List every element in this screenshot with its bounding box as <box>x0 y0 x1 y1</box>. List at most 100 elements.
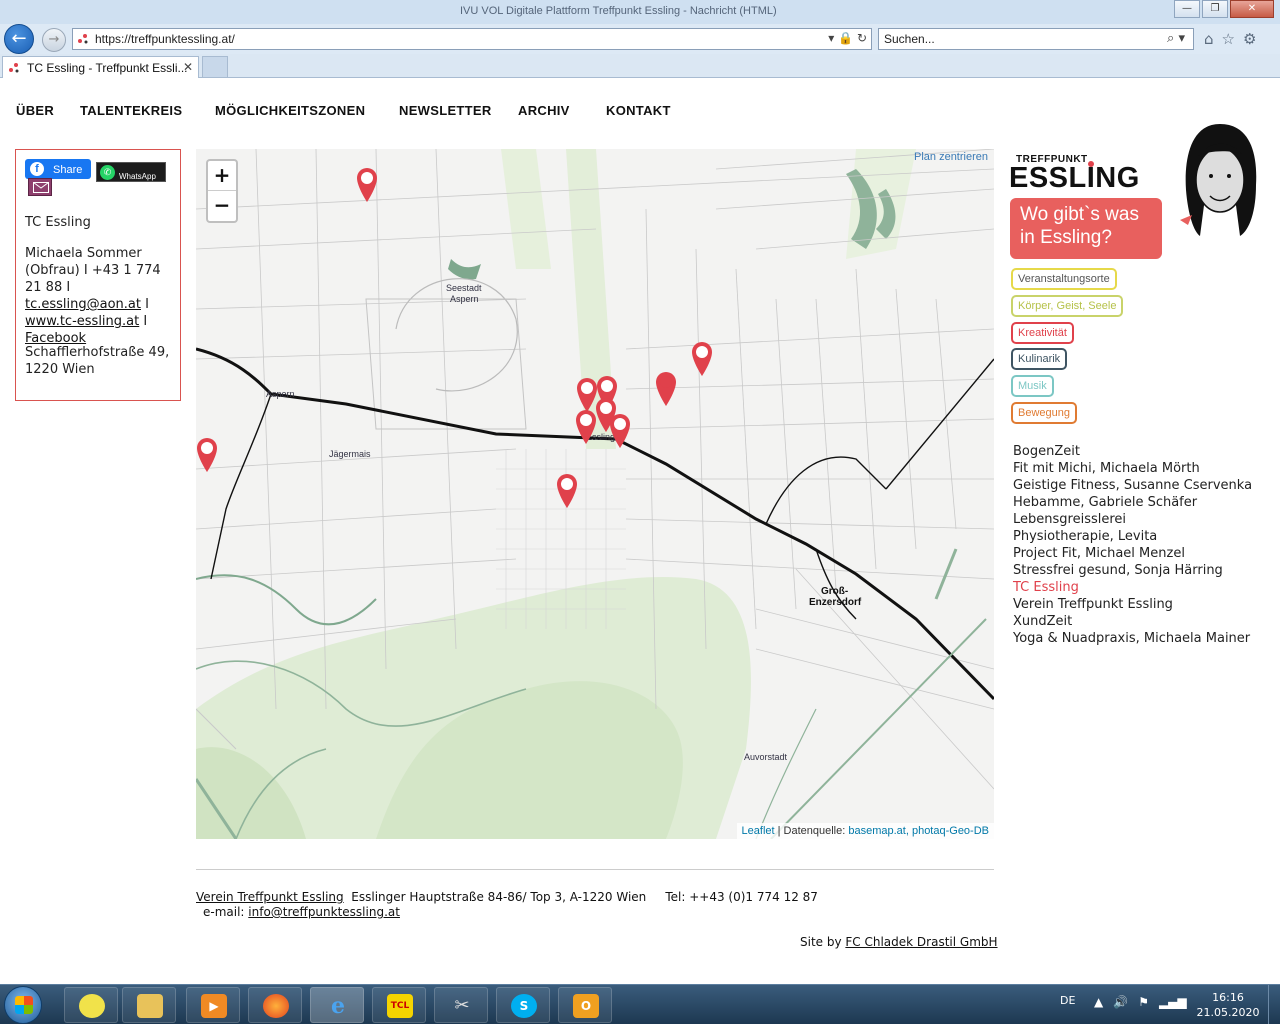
gear-icon[interactable]: ⚙ <box>1243 30 1256 48</box>
list-item[interactable]: Fit mit Michi, Michaela Mörth <box>1013 460 1273 477</box>
list-item[interactable]: Yoga & Nuadpraxis, Michaela Mainer <box>1013 630 1273 647</box>
category-kreativitaet[interactable]: Kreativität <box>1011 322 1074 344</box>
whatsapp-share-button[interactable]: ✆ WhatsApp <box>96 162 166 182</box>
nav-item-kontakt[interactable]: KONTAKT <box>606 103 671 118</box>
center-map-link[interactable]: Plan zentrieren <box>914 151 988 163</box>
nav-item-talentekreis[interactable]: TALENTEKREIS <box>80 103 182 118</box>
volume-icon[interactable]: 🔊 <box>1113 995 1128 1009</box>
taskbar-firefox[interactable] <box>248 987 302 1023</box>
taskbar-tcl-app[interactable]: TCL <box>372 987 426 1023</box>
show-desktop-button[interactable] <box>1268 985 1280 1024</box>
tab-favicon-icon <box>9 63 19 73</box>
search-box[interactable]: Suchen... ⌕ ▾ <box>878 28 1194 50</box>
list-item[interactable]: Geistige Fitness, Susanne Cservenka <box>1013 477 1273 494</box>
leaflet-link[interactable]: Leaflet <box>742 825 775 837</box>
taskbar-file-explorer[interactable] <box>122 987 176 1023</box>
face-illustration-icon <box>1180 124 1257 236</box>
website-link[interactable]: www.tc-essling.at <box>25 314 139 329</box>
taskbar-media-player[interactable]: ▶ <box>186 987 240 1023</box>
map-marker[interactable] <box>690 339 714 377</box>
org-link[interactable]: Verein Treffpunkt Essling <box>196 890 344 904</box>
taskbar-snipping-tool[interactable]: ✂ <box>434 987 488 1023</box>
language-indicator[interactable]: DE <box>1060 994 1075 1007</box>
category-kulinarik[interactable]: Kulinarik <box>1011 348 1068 370</box>
network-icon[interactable]: ▂▄▆ <box>1159 995 1187 1009</box>
nav-item-moeglichkeitszonen[interactable]: MÖGLICHKEITSZONEN <box>215 103 365 118</box>
forward-button[interactable]: → <box>42 28 66 52</box>
back-button[interactable]: ← <box>4 24 34 54</box>
agency-link[interactable]: FC Chladek Drastil GmbH <box>845 935 997 949</box>
nav-item-ueber[interactable]: ÜBER <box>16 103 54 118</box>
refresh-icon[interactable]: ↻ <box>857 31 867 45</box>
tab-close-icon[interactable]: ✕ <box>183 60 193 74</box>
clock-time: 16:16 <box>1212 991 1244 1004</box>
list-item[interactable]: XundZeit <box>1013 613 1273 630</box>
list-item-active[interactable]: TC Essling <box>1013 579 1273 596</box>
category-veranstaltungsorte[interactable]: Veranstaltungsorte <box>1011 268 1117 290</box>
facebook-share-label: Share <box>53 164 83 176</box>
taskbar-sticky-notes[interactable] <box>64 987 118 1023</box>
start-button[interactable] <box>4 986 42 1024</box>
search-icon[interactable]: ⌕ ▾ <box>1167 31 1185 46</box>
flag-icon[interactable]: ⚑ <box>1138 995 1149 1009</box>
tab-active[interactable]: TC Essling - Treffpunkt Essli... ✕ <box>2 56 199 78</box>
map-marker[interactable] <box>555 471 579 509</box>
list-item[interactable]: BogenZeit <box>1013 443 1273 460</box>
tab-title: TC Essling - Treffpunkt Essli... <box>27 61 188 75</box>
whatsapp-icon: ✆ <box>100 165 115 180</box>
map-marker[interactable] <box>608 411 632 449</box>
brand-dot <box>1088 161 1094 167</box>
internet-explorer-icon: e <box>331 993 345 1019</box>
map-marker[interactable] <box>196 435 219 473</box>
star-icon[interactable]: ☆ <box>1222 30 1235 48</box>
close-button[interactable]: ✕ <box>1230 0 1274 18</box>
map[interactable]: Seestadt Aspern Aspern Jägermais Essling… <box>196 149 994 839</box>
separator: I <box>141 297 149 312</box>
tcl-icon: TCL <box>387 994 413 1018</box>
footer-email-label: e-mail: <box>203 905 249 919</box>
category-bewegung[interactable]: Bewegung <box>1011 402 1077 424</box>
label-enzersdorf: Enzersdorf <box>809 597 862 608</box>
category-musik[interactable]: Musik <box>1011 375 1054 397</box>
entry-list: BogenZeit Fit mit Michi, Michaela Mörth … <box>1013 443 1273 647</box>
nav-item-newsletter[interactable]: NEWSLETTER <box>399 103 492 118</box>
address-bar[interactable]: https://treffpunktessling.at/ ▾ 🔒 ↻ <box>72 28 872 50</box>
lock-icon[interactable]: 🔒 <box>838 31 853 45</box>
separator: I <box>139 314 148 329</box>
map-marker[interactable] <box>574 407 598 445</box>
list-item[interactable]: Stressfrei gesund, Sonja Härring <box>1013 562 1273 579</box>
home-icon[interactable]: ⌂ <box>1204 30 1214 48</box>
window-title: IVU VOL Digitale Plattform Treffpunkt Es… <box>460 5 777 17</box>
search-input[interactable]: Suchen... <box>884 32 935 46</box>
email-link[interactable]: tc.essling@aon.at <box>25 297 141 312</box>
taskbar-internet-explorer[interactable]: e <box>310 987 364 1023</box>
taskbar-outlook[interactable]: O <box>558 987 612 1023</box>
dropdown-icon[interactable]: ▾ <box>828 31 834 45</box>
bubble-line-2: in Essling? <box>1020 227 1112 248</box>
taskbar-skype[interactable]: S <box>496 987 550 1023</box>
category-koerper-geist-seele[interactable]: Körper, Geist, Seele <box>1011 295 1124 317</box>
label-seestadt: Seestadt <box>446 283 482 293</box>
browser-toolbar-icons: ⌂ ☆ ⚙ <box>1204 30 1256 48</box>
list-item[interactable]: Lebensgreisslerei <box>1013 511 1273 528</box>
site-favicon-icon <box>78 34 88 44</box>
map-marker[interactable] <box>654 369 678 407</box>
email-share-button[interactable] <box>28 178 52 196</box>
minimize-button[interactable]: — <box>1174 0 1200 18</box>
nav-item-archiv[interactable]: ARCHIV <box>518 103 570 118</box>
zoom-out-button[interactable]: − <box>208 191 236 221</box>
brand-header: TREFFPUNKT ESSLING Wo gibt`s was in Essl… <box>1008 118 1268 263</box>
list-item[interactable]: Verein Treffpunkt Essling <box>1013 596 1273 613</box>
source-link[interactable]: basemap.at, photaq-Geo-DB <box>848 825 989 837</box>
clock[interactable]: 16:16 21.05.2020 <box>1196 990 1260 1020</box>
tray-expand-icon[interactable]: ▲ <box>1094 995 1103 1009</box>
list-item[interactable]: Project Fit, Michael Menzel <box>1013 545 1273 562</box>
list-item[interactable]: Hebamme, Gabriele Schäfer <box>1013 494 1273 511</box>
map-marker[interactable] <box>355 165 379 203</box>
list-item[interactable]: Physiotherapie, Levita <box>1013 528 1273 545</box>
zoom-in-button[interactable]: + <box>208 161 236 191</box>
facebook-share-button[interactable]: f Share <box>25 159 91 179</box>
restore-button[interactable]: ❐ <box>1202 0 1228 18</box>
new-tab-button[interactable] <box>202 56 228 78</box>
footer-email-link[interactable]: info@treffpunktessling.at <box>248 905 400 919</box>
